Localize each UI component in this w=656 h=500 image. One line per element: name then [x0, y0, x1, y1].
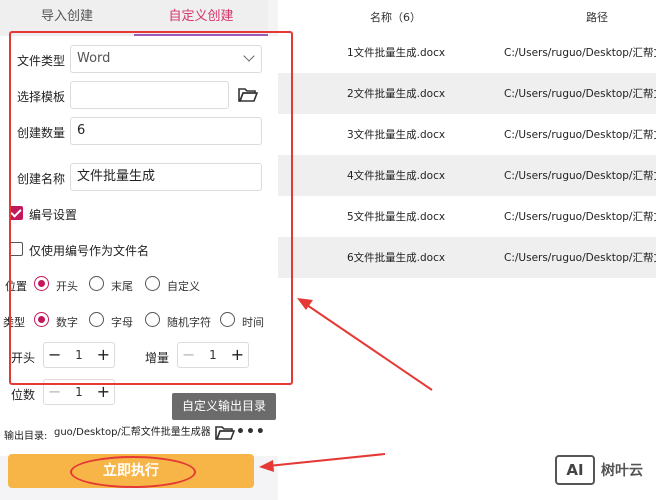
count-input[interactable]: 6: [70, 117, 262, 145]
more-icon[interactable]: •••: [236, 424, 266, 440]
position-start-label: 开头: [56, 280, 78, 293]
watermark-logo: AI 树叶云: [555, 452, 655, 492]
type-letter-label: 字母: [111, 316, 133, 329]
row-file-name: 6文件批量生成.docx: [347, 252, 446, 264]
tab-import-create[interactable]: 导入创建: [0, 0, 134, 36]
digits-label: 位数: [11, 388, 36, 402]
plus-icon[interactable]: +: [93, 380, 114, 404]
column-header-name[interactable]: 名称（6）: [370, 9, 421, 25]
execute-button[interactable]: 立即执行: [8, 454, 254, 488]
start-value: 1: [75, 348, 83, 362]
position-end-radio[interactable]: [89, 276, 104, 291]
folder-open-icon[interactable]: [215, 425, 235, 441]
numbering-checkbox[interactable]: [9, 206, 23, 220]
row-file-path: C:/Users/ruguo/Desktop/汇帮文件: [504, 47, 656, 59]
settings-panel: 导入创建 自定义创建 文件类型 Word 选择模板 创建数量 6 创建名称 文件…: [0, 0, 278, 500]
tab-custom-create[interactable]: 自定义创建: [134, 0, 268, 36]
file-type-value: Word: [77, 51, 111, 66]
file-type-label: 文件类型: [17, 54, 66, 68]
type-time-radio[interactable]: [220, 312, 235, 327]
position-custom-label: 自定义: [167, 280, 200, 293]
table-header: 名称（6） 路径: [278, 0, 656, 32]
row-file-path: C:/Users/ruguo/Desktop/汇帮文件: [504, 211, 656, 223]
minus-icon[interactable]: −: [44, 343, 65, 367]
row-file-path: C:/Users/ruguo/Desktop/汇帮文件: [504, 252, 656, 264]
plus-icon[interactable]: +: [227, 343, 248, 367]
output-dir-input[interactable]: guo/Desktop/汇帮文件批量生成器: [54, 422, 210, 444]
minus-icon[interactable]: −: [44, 380, 65, 404]
folder-open-icon[interactable]: [238, 87, 258, 103]
type-time-label: 时间: [242, 316, 264, 329]
file-table: 名称（6） 路径 1文件批量生成.docx C:/Users/ruguo/Desk…: [278, 0, 656, 500]
count-label: 创建数量: [17, 126, 66, 140]
tab-bar: 导入创建 自定义创建: [0, 0, 268, 36]
row-file-name: 3文件批量生成.docx: [347, 129, 446, 141]
table-row[interactable]: 1文件批量生成.docx C:/Users/ruguo/Desktop/汇帮文件: [278, 32, 656, 73]
numbering-label: 编号设置: [29, 208, 78, 222]
row-file-name: 2文件批量生成.docx: [347, 88, 446, 100]
increment-value: 1: [209, 348, 217, 362]
start-stepper[interactable]: − 1 +: [43, 342, 115, 368]
table-row[interactable]: 6文件批量生成.docx C:/Users/ruguo/Desktop/汇帮文件: [278, 237, 656, 278]
name-input[interactable]: 文件批量生成: [70, 163, 262, 191]
digits-value: 1: [75, 385, 83, 399]
type-number-radio[interactable]: [34, 312, 49, 327]
table-row[interactable]: 2文件批量生成.docx C:/Users/ruguo/Desktop/汇帮文件: [278, 73, 656, 114]
custom-output-tooltip: 自定义输出目录: [172, 393, 276, 420]
row-file-path: C:/Users/ruguo/Desktop/汇帮文件: [504, 88, 656, 100]
plus-icon[interactable]: +: [93, 343, 114, 367]
type-random-label: 随机字符: [167, 316, 211, 329]
start-label: 开头: [11, 351, 36, 365]
increment-label: 增量: [145, 351, 170, 365]
only-number-checkbox[interactable]: [9, 242, 23, 256]
digits-stepper[interactable]: − 1 +: [43, 379, 115, 405]
type-number-label: 数字: [56, 316, 78, 329]
table-row[interactable]: 5文件批量生成.docx C:/Users/ruguo/Desktop/汇帮文件: [278, 196, 656, 237]
increment-stepper[interactable]: − 1 +: [177, 342, 249, 368]
app-window: 导入创建 自定义创建 文件类型 Word 选择模板 创建数量 6 创建名称 文件…: [0, 0, 656, 500]
position-label: 位置: [5, 280, 27, 293]
position-start-radio[interactable]: [34, 276, 49, 291]
output-dir-label: 输出目录:: [4, 431, 48, 442]
watermark-text: 树叶云: [601, 463, 643, 479]
name-label: 创建名称: [17, 172, 66, 186]
template-label: 选择模板: [17, 90, 66, 104]
row-file-name: 4文件批量生成.docx: [347, 170, 446, 182]
type-letter-radio[interactable]: [89, 312, 104, 327]
type-label: 类型: [3, 316, 25, 329]
row-file-name: 1文件批量生成.docx: [347, 47, 446, 59]
minus-icon[interactable]: −: [178, 343, 199, 367]
type-random-radio[interactable]: [145, 312, 160, 327]
row-file-path: C:/Users/ruguo/Desktop/汇帮文件: [504, 129, 656, 141]
row-file-name: 5文件批量生成.docx: [347, 211, 446, 223]
file-type-select[interactable]: Word: [70, 45, 262, 73]
table-row[interactable]: 4文件批量生成.docx C:/Users/ruguo/Desktop/汇帮文件: [278, 155, 656, 196]
chevron-down-icon: [243, 50, 255, 62]
position-end-label: 末尾: [111, 280, 133, 293]
table-row[interactable]: 3文件批量生成.docx C:/Users/ruguo/Desktop/汇帮文件: [278, 114, 656, 155]
ai-logo: AI: [555, 455, 595, 485]
row-file-path: C:/Users/ruguo/Desktop/汇帮文件: [504, 170, 656, 182]
position-custom-radio[interactable]: [145, 276, 160, 291]
column-header-path[interactable]: 路径: [586, 9, 608, 25]
template-input[interactable]: [70, 81, 229, 109]
only-number-label: 仅使用编号作为文件名: [29, 244, 150, 258]
